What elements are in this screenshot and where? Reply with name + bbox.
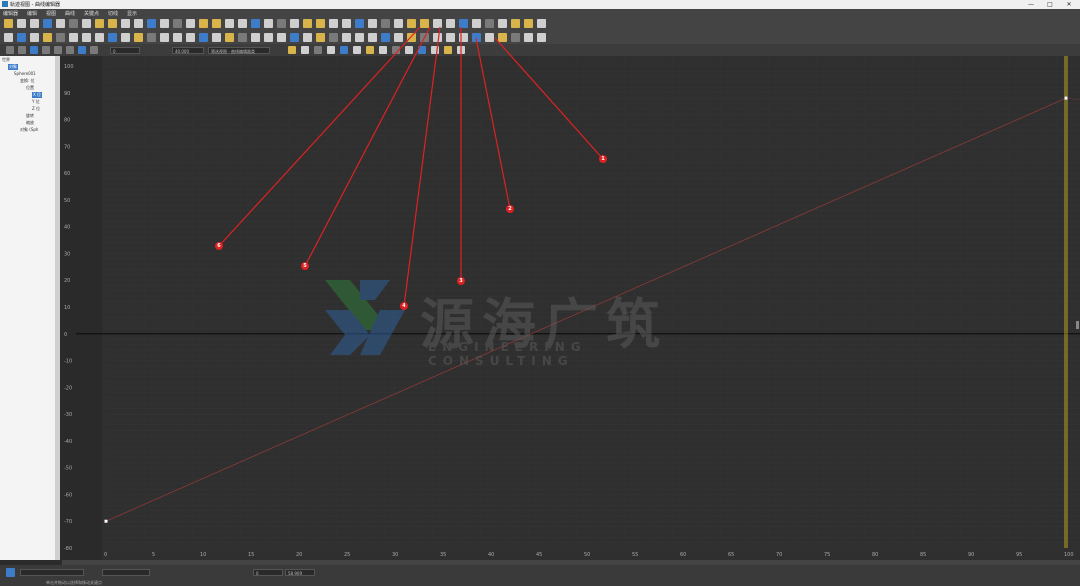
callout-5: 5 xyxy=(301,262,309,270)
status-bar: 0 58.909 单击并拖动以选择和移动关键点 xyxy=(0,565,1080,586)
callout-4: 4 xyxy=(400,302,408,310)
callout-line-1 xyxy=(494,37,604,160)
callout-1: 1 xyxy=(599,155,607,163)
callout-overlay xyxy=(218,26,604,307)
status-input[interactable] xyxy=(20,569,84,576)
callout-3: 3 xyxy=(457,277,465,285)
status-icon[interactable] xyxy=(6,568,15,577)
callout-line-4 xyxy=(403,26,441,307)
callout-line-2 xyxy=(475,37,511,210)
status-value-field[interactable]: 58.909 xyxy=(285,569,315,576)
callout-line-5 xyxy=(304,26,431,267)
status-prompt: 单击并拖动以选择和移动关键点 xyxy=(46,580,102,585)
status-frame-field[interactable]: 0 xyxy=(253,569,283,576)
callout-6: 6 xyxy=(215,242,223,250)
callout-2: 2 xyxy=(506,205,514,213)
status-dropdown[interactable] xyxy=(102,569,150,576)
callout-line-6 xyxy=(218,26,421,247)
